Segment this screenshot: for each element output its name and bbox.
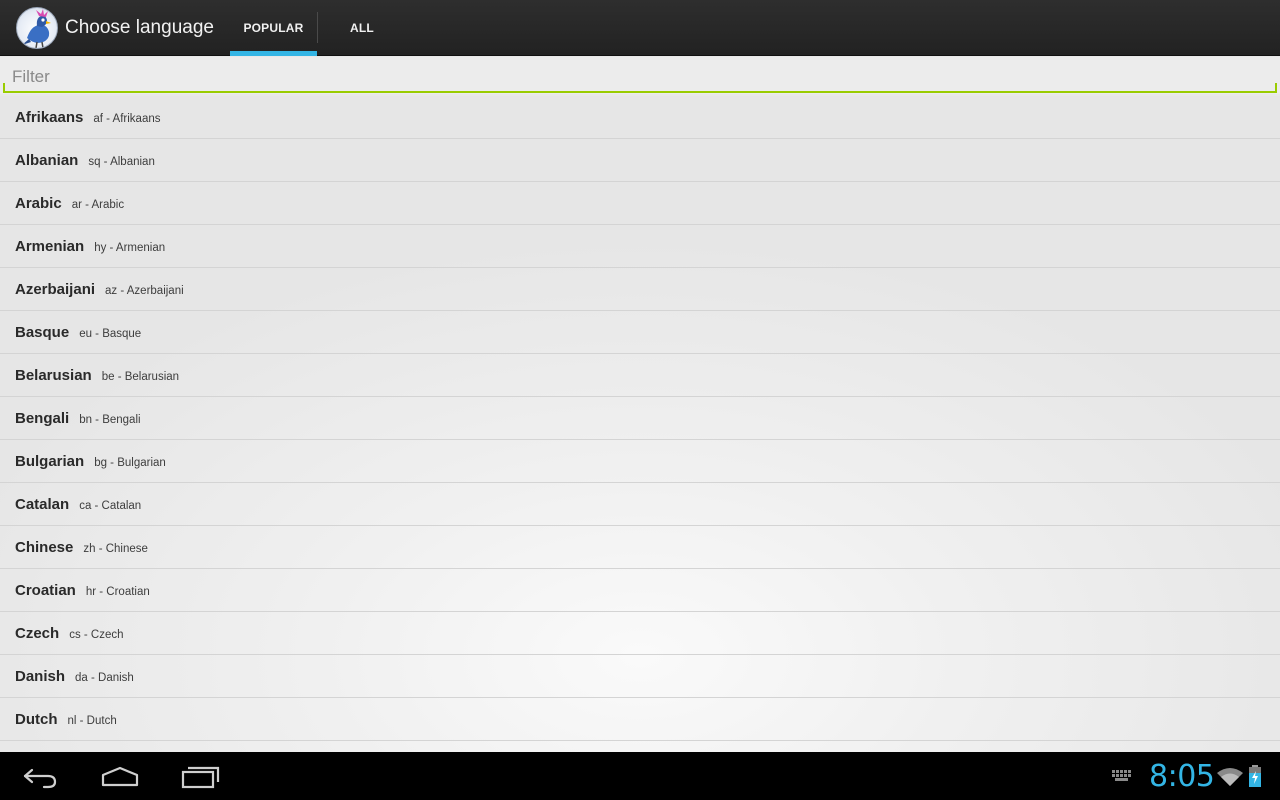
recent-apps-icon[interactable] — [180, 762, 222, 792]
language-code: bn - Bengali — [79, 413, 141, 426]
app-title: Choose language — [65, 17, 214, 38]
language-name: Catalan — [15, 495, 70, 513]
language-name: Danish — [15, 667, 66, 685]
language-name: Bengali — [15, 409, 70, 427]
list-item-azerbaijani[interactable]: Azerbaijani az - Azerbaijani — [0, 268, 1280, 311]
language-code: az - Azerbaijani — [105, 284, 184, 297]
list-item-bulgarian[interactable]: Bulgarian bg - Bulgarian — [0, 440, 1280, 483]
back-icon[interactable] — [20, 762, 60, 792]
list-item-afrikaans[interactable]: Afrikaans af - Afrikaans — [0, 96, 1280, 139]
list-item-croatian[interactable]: Croatian hr - Croatian — [0, 569, 1280, 612]
language-code: ca - Catalan — [79, 499, 142, 512]
list-item-armenian[interactable]: Armenian hy - Armenian — [0, 225, 1280, 268]
list-item-chinese[interactable]: Chinese zh - Chinese — [0, 526, 1280, 569]
home-icon[interactable] — [100, 762, 140, 792]
language-list[interactable]: Afrikaans af - Afrikaans Albanian sq - A… — [0, 96, 1280, 752]
language-name: Basque — [15, 323, 70, 341]
language-code: da - Danish — [75, 671, 134, 684]
tab-all[interactable]: ALL — [318, 0, 406, 56]
language-name: Afrikaans — [15, 108, 84, 126]
list-item-danish[interactable]: Danish da - Danish — [0, 655, 1280, 698]
language-code: cs - Czech — [69, 628, 124, 641]
language-code: hr - Croatian — [85, 585, 150, 598]
language-name: Bulgarian — [15, 452, 85, 470]
list-item-bengali[interactable]: Bengali bn - Bengali — [0, 397, 1280, 440]
list-item-basque[interactable]: Basque eu - Basque — [0, 311, 1280, 354]
language-code: eu - Basque — [79, 327, 142, 340]
language-code: ar - Arabic — [71, 198, 125, 211]
list-item-dutch[interactable]: Dutch nl - Dutch — [0, 698, 1280, 741]
language-code: bg - Bulgarian — [94, 456, 166, 469]
language-code: nl - Dutch — [67, 714, 117, 727]
app-logo-icon[interactable] — [16, 7, 58, 49]
status-clock: 8:05 — [1149, 759, 1215, 794]
language-name: Albanian — [15, 151, 79, 169]
battery-charging-icon — [1249, 765, 1261, 787]
language-name: Arabic — [15, 194, 62, 212]
language-code: be - Belarusian — [101, 370, 180, 383]
action-bar: Choose language POPULAR ALL — [0, 0, 1280, 56]
keyboard-icon — [1112, 770, 1131, 781]
system-nav-bar — [0, 752, 1280, 800]
filter-edge-left — [3, 83, 5, 93]
language-name: Croatian — [15, 581, 76, 599]
list-item-albanian[interactable]: Albanian sq - Albanian — [0, 139, 1280, 182]
language-name: Azerbaijani — [15, 280, 96, 298]
list-item-czech[interactable]: Czech cs - Czech — [0, 612, 1280, 655]
wifi-icon — [1217, 768, 1243, 786]
language-name: Czech — [15, 624, 60, 642]
tab-all-label: ALL — [350, 21, 374, 35]
filter-input[interactable] — [4, 57, 1277, 93]
list-item-catalan[interactable]: Catalan ca - Catalan — [0, 483, 1280, 526]
language-code: sq - Albanian — [88, 155, 155, 168]
language-code: hy - Armenian — [94, 241, 166, 254]
language-name: Belarusian — [15, 366, 92, 384]
tab-popular-label: POPULAR — [243, 21, 304, 35]
language-name: Dutch — [15, 710, 58, 728]
language-code: zh - Chinese — [83, 542, 148, 555]
list-item-belarusian[interactable]: Belarusian be - Belarusian — [0, 354, 1280, 397]
language-name: Armenian — [15, 237, 85, 255]
tab-popular[interactable]: POPULAR — [229, 0, 317, 56]
language-name: Chinese — [15, 538, 74, 556]
language-code: af - Afrikaans — [93, 112, 161, 125]
filter-bar — [0, 57, 1280, 94]
filter-edge-right — [1275, 83, 1277, 93]
list-item-arabic[interactable]: Arabic ar - Arabic — [0, 182, 1280, 225]
